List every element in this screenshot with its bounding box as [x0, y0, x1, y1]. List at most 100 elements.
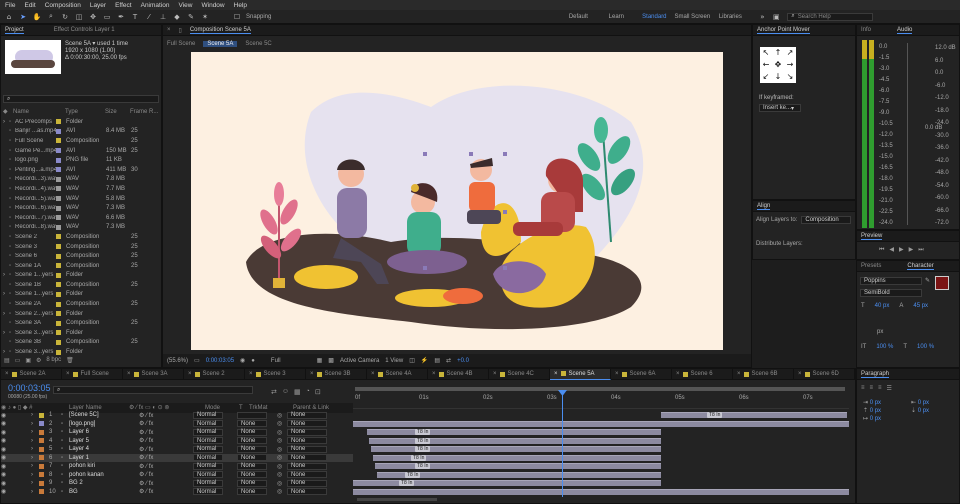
timeline-tab[interactable]: × Scene 4C [489, 368, 550, 380]
parent-dropdown[interactable]: None [287, 445, 327, 453]
trkmat-dropdown[interactable]: None [237, 479, 267, 487]
label-color[interactable] [56, 272, 61, 278]
layer-bar[interactable] [367, 429, 661, 435]
layer-switches-icon[interactable]: ⚙ ⁄ fx [139, 437, 193, 444]
label-color[interactable] [56, 196, 61, 202]
vertical-scale-value[interactable]: 100 % [876, 344, 893, 350]
rectangle-tool-icon[interactable]: ▭ [102, 12, 112, 22]
prev-frame-icon[interactable]: ◀ [889, 246, 894, 254]
label-color[interactable] [56, 176, 61, 182]
font-style-dropdown[interactable]: SemiBold [860, 289, 922, 297]
layer-row[interactable]: ◉ › 10 ▫ BG ⚙ ⁄ fx Normal None ◎ None [1, 488, 353, 497]
trkmat-dropdown[interactable] [237, 411, 267, 419]
brush-tool-icon[interactable]: ⁄ [144, 12, 154, 22]
tab-project[interactable]: Project [5, 27, 24, 34]
align-to-dropdown[interactable]: Composition [801, 216, 852, 224]
first-frame-icon[interactable]: ⏮ [879, 246, 884, 254]
pickwhip-icon[interactable]: ◎ [277, 454, 287, 461]
parent-dropdown[interactable]: None [287, 428, 327, 436]
hand-tool-icon[interactable]: ✋ [32, 12, 42, 22]
layer-row[interactable]: ◉ › 4 ▫ Layer 5 ⚙ ⁄ fx Normal None ◎ None [1, 437, 353, 446]
menu-view[interactable]: View [179, 2, 193, 9]
layer-name[interactable]: [logo.png] [69, 421, 139, 427]
label-color[interactable] [39, 455, 44, 461]
label-color[interactable] [56, 339, 61, 345]
mode-dropdown[interactable]: Normal [193, 454, 223, 462]
workspace-small-screen[interactable]: Small Screen [673, 14, 711, 20]
layer-name[interactable]: pohon kanan [69, 472, 139, 478]
exposure-value[interactable]: +0.0 [457, 358, 469, 364]
workspace-learn[interactable]: Learn [597, 14, 635, 20]
first-indent[interactable]: ↦ 0 px [863, 415, 881, 423]
layer-switches-icon[interactable]: ⚙ ⁄ fx [139, 412, 193, 419]
trkmat-dropdown[interactable]: None [237, 420, 267, 428]
menu-layer[interactable]: Layer [90, 2, 106, 9]
col-mode[interactable]: Mode [205, 405, 239, 411]
indent-left[interactable]: ⇥ 0 px [863, 399, 881, 407]
visibility-icon[interactable]: ◉ [1, 471, 11, 478]
layer-row[interactable]: ◉ › 7 ▫ pohon kiri ⚙ ⁄ fx Normal None ◎ None [1, 462, 353, 471]
project-item[interactable]: › ▫ Scene 2...yers Folder [3, 309, 159, 319]
new-folder-icon[interactable]: ▭ [15, 357, 21, 364]
tab-align[interactable]: Align [757, 203, 771, 210]
tab-paragraph[interactable]: Paragraph [861, 371, 890, 378]
mode-dropdown[interactable]: Normal [193, 428, 223, 436]
label-color[interactable] [56, 301, 61, 307]
pickwhip-icon[interactable]: ◎ [277, 420, 287, 427]
label-color[interactable] [39, 421, 44, 427]
new-comp-icon[interactable]: ▣ [25, 357, 31, 364]
puppet-tool-icon[interactable]: ✶ [200, 12, 210, 22]
keyframe-label[interactable]: T8 In [405, 471, 421, 478]
label-color[interactable] [56, 244, 61, 250]
project-search-input[interactable]: ⌕ [3, 95, 159, 103]
layer-switches-icon[interactable]: ⚙ ⁄ fx [139, 480, 193, 487]
keyframe-label[interactable]: T8 In [415, 446, 431, 452]
layer-name[interactable]: pohon kiri [69, 463, 139, 469]
pan-behind-tool-icon[interactable]: ✥ [88, 12, 98, 22]
sync-icon[interactable]: ▣ [771, 12, 781, 22]
pickwhip-icon[interactable]: ◎ [277, 429, 287, 436]
zoom-slider[interactable] [357, 498, 437, 501]
project-item[interactable]: ▫ Scene 1B Composition 25 [3, 280, 159, 290]
tab-preview[interactable]: Preview [861, 233, 883, 240]
menu-help[interactable]: Help [234, 2, 247, 9]
keyframe-label[interactable]: T8 In [415, 429, 431, 435]
layer-row[interactable]: ◉ › 1 ▫ [Scene 5C] ⚙ ⁄ fx Normal ◎ None [1, 411, 353, 420]
horizontal-scale-value[interactable]: 100 % [917, 344, 934, 350]
visibility-icon[interactable]: ◉ [1, 480, 11, 487]
project-item[interactable]: ▫ Banjir ...as.mp4 AVI 8.4 MB 25 [3, 127, 159, 137]
close-icon[interactable]: × [127, 371, 131, 377]
space-before[interactable]: ⇡ 0 px [863, 407, 881, 415]
search-help-field[interactable]: ⌕ Search Help [787, 12, 874, 21]
layer-bar[interactable] [353, 488, 849, 495]
parent-dropdown[interactable]: None [287, 488, 327, 496]
mode-dropdown[interactable]: Normal [193, 488, 223, 496]
align-center-icon[interactable]: ≡ [870, 385, 874, 392]
expand-icon[interactable]: › [31, 438, 39, 444]
layer-name[interactable]: Layer 1 [69, 455, 139, 461]
mode-dropdown[interactable]: Normal [193, 445, 223, 453]
label-color[interactable] [56, 263, 61, 269]
col-t[interactable]: T [239, 405, 249, 411]
interpret-icon[interactable]: ▤ [4, 357, 10, 364]
pickwhip-icon[interactable]: ◎ [277, 412, 287, 419]
close-icon[interactable]: × [798, 371, 802, 377]
label-color[interactable] [39, 463, 44, 469]
label-color[interactable] [56, 234, 61, 240]
eyedropper-icon[interactable]: ✎ [925, 277, 930, 284]
selection-tool-icon[interactable]: ➤ [18, 12, 28, 22]
label-color[interactable] [56, 138, 61, 144]
shy-icon[interactable]: ☺ [282, 388, 289, 396]
comp-flowchart-icon[interactable]: ⇄ [271, 388, 277, 396]
mode-dropdown[interactable]: Normal [193, 420, 223, 428]
trkmat-dropdown[interactable]: None [237, 437, 267, 445]
project-item[interactable]: ▫ Scene 3 Composition 25 [3, 242, 159, 252]
expand-icon[interactable]: › [31, 446, 39, 452]
pickwhip-icon[interactable]: ◎ [277, 446, 287, 453]
label-color[interactable] [56, 215, 61, 221]
lock-icon[interactable]: ▯ [179, 27, 182, 34]
space-after[interactable]: ⇣ 0 px [911, 407, 929, 415]
expand-icon[interactable]: › [31, 489, 39, 495]
timeline-time[interactable]: 0:00:03:05 [8, 383, 51, 393]
project-item[interactable]: ▫ Scene 2A Composition 25 [3, 299, 159, 309]
